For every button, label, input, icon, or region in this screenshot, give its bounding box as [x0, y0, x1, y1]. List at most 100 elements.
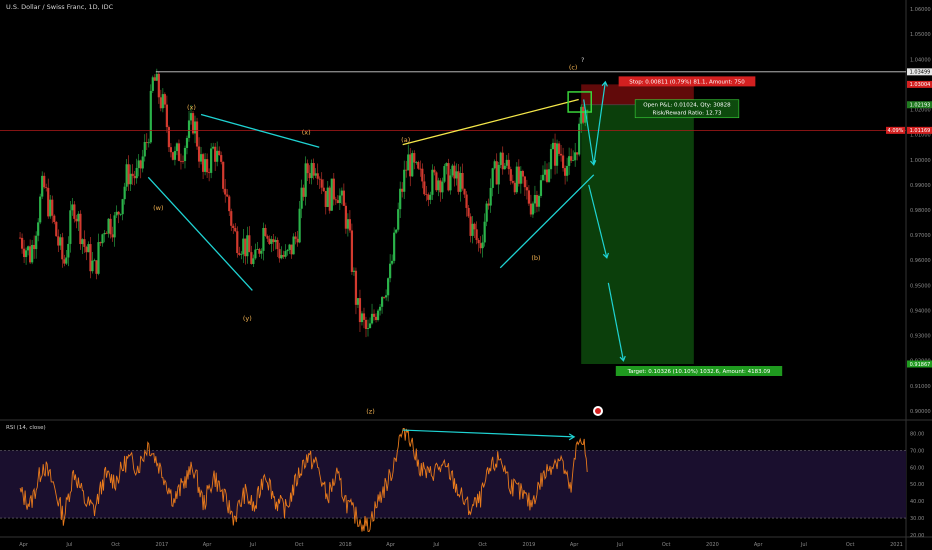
candle-body [389, 263, 392, 279]
time-tick-label: Oct [846, 542, 855, 548]
time-tick-label: Oct [662, 542, 671, 548]
candle-body [244, 238, 247, 257]
candle-body [535, 195, 539, 207]
candle-body [93, 260, 96, 262]
candle-body [81, 239, 84, 245]
candle-body [578, 123, 581, 155]
candle-body [218, 150, 221, 156]
candle-body [405, 169, 408, 171]
wave-label: (b) [531, 254, 540, 262]
candle-body [543, 169, 547, 175]
candle-body [252, 258, 255, 264]
candle-body [572, 160, 575, 162]
wave-label: ? [581, 56, 584, 64]
candle-body [238, 253, 241, 255]
candle-body [20, 237, 24, 249]
candle-body [517, 166, 520, 184]
time-tick-label: Oct [478, 542, 487, 548]
candle-body [296, 238, 299, 243]
candle-body [75, 218, 78, 222]
price-tick-label: 0.95000 [910, 283, 931, 289]
rsi-tick-label: 50.00 [910, 482, 924, 488]
candle-body [385, 295, 388, 298]
candle-body [226, 194, 229, 197]
open-pnl-label: Open P&L: 0.01024, Qty: 30828 [643, 103, 731, 109]
candle-body [501, 152, 504, 170]
candle-body [25, 250, 28, 258]
candle-body [246, 235, 249, 257]
candle-body [553, 142, 557, 166]
time-tick-label: Jul [65, 542, 72, 548]
candle-body [537, 195, 541, 207]
candle-body [133, 175, 136, 179]
candle-body [216, 150, 219, 162]
candle-body [228, 196, 231, 212]
candle-body [79, 213, 82, 245]
price-tick-label: 1.05000 [910, 32, 931, 38]
candle-body [127, 164, 130, 185]
candle-body [453, 165, 456, 179]
candle-body [155, 73, 158, 81]
candle-body [415, 162, 418, 163]
candle-body [262, 227, 265, 251]
candle-body [232, 225, 235, 229]
price-tag: 1.02193 [910, 103, 931, 109]
candle-body [306, 163, 309, 174]
candle-body [201, 154, 205, 172]
candle-body [109, 218, 112, 235]
candle-body [570, 156, 573, 161]
price-tick-label: 1.00000 [910, 158, 931, 164]
candle-body [234, 228, 237, 232]
candle-body [533, 195, 537, 204]
candle-body [147, 142, 150, 144]
rsi-tick-label: 40.00 [910, 499, 924, 505]
chart-canvas: 0.900000.910000.920000.930000.940000.950… [0, 0, 932, 550]
candle-body [529, 203, 533, 215]
candle-body [222, 161, 225, 189]
candle-body [121, 199, 124, 215]
candle-body [212, 146, 215, 149]
candle-body [270, 239, 273, 244]
candle-body [374, 316, 378, 320]
price-tick-label: 0.96000 [910, 258, 931, 264]
candle-body [417, 162, 420, 169]
candle-body [264, 227, 267, 237]
candle-body [566, 165, 569, 176]
candle-body [447, 163, 450, 191]
candle-body [346, 219, 349, 229]
candle-body [376, 310, 380, 320]
candle-body [334, 199, 337, 201]
candle-body [250, 252, 253, 264]
price-tick-label: 0.93000 [910, 334, 931, 340]
candle-body [370, 313, 374, 324]
candle-body [203, 159, 207, 172]
candle-body [43, 175, 46, 188]
candle-body [278, 249, 281, 259]
candle-body [477, 239, 480, 244]
wave-label: (x) [302, 129, 311, 137]
candle-body [214, 146, 217, 162]
candle-body [419, 168, 422, 170]
candle-body [360, 313, 364, 323]
rsi-tick-label: 70.00 [910, 448, 924, 454]
candle-body [344, 205, 347, 229]
candle-body [393, 232, 396, 261]
rsi-title: RSI (14, close) [6, 425, 46, 431]
candle-body [173, 151, 177, 160]
candle-body [149, 90, 152, 143]
candle-body [195, 121, 199, 147]
candle-body [497, 164, 500, 185]
candle-body [509, 169, 512, 181]
candle-body [332, 178, 335, 200]
candle-body [557, 143, 561, 154]
time-tick-label: Apr [754, 542, 764, 548]
candle-body [515, 166, 518, 193]
candle-body [153, 77, 156, 81]
candle-body [555, 143, 559, 166]
candle-body [499, 152, 502, 165]
time-tick-label: Jul [249, 542, 256, 548]
price-tick-label: 0.91000 [910, 384, 931, 390]
candle-body [288, 244, 291, 250]
candle-body [35, 235, 38, 250]
candle-body [210, 148, 213, 173]
